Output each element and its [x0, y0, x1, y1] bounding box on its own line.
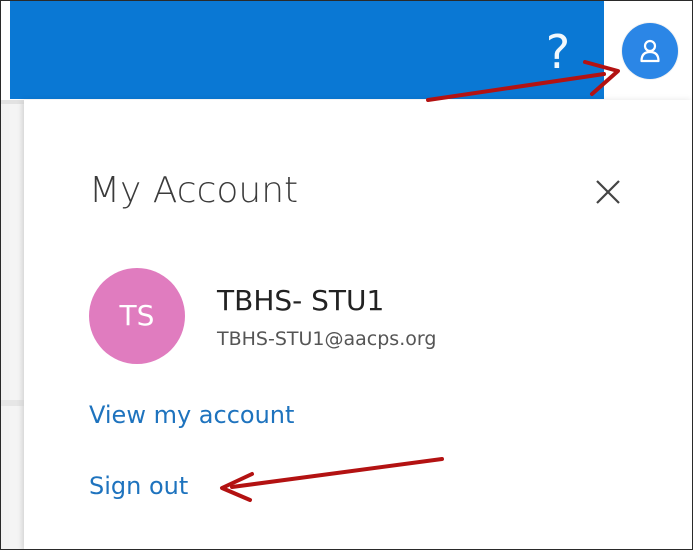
background-page-strip — [0, 100, 24, 550]
user-name: TBHS- STU1 — [217, 284, 385, 317]
close-button[interactable] — [588, 172, 628, 212]
question-mark-icon[interactable]: ? — [538, 22, 578, 82]
close-icon — [596, 180, 620, 204]
user-avatar: TS — [89, 268, 185, 364]
user-email: TBHS-STU1@aacps.org — [217, 328, 437, 350]
sign-out-link[interactable]: Sign out — [89, 472, 188, 500]
app-window: ? My Account TS TBHS- STU1 TBHS-STU1@aac… — [0, 0, 693, 550]
header-bar — [10, 1, 604, 99]
profile-avatar-button[interactable] — [622, 23, 678, 79]
person-icon — [640, 39, 660, 63]
view-my-account-link[interactable]: View my account — [89, 401, 294, 429]
panel-title: My Account — [89, 170, 299, 211]
